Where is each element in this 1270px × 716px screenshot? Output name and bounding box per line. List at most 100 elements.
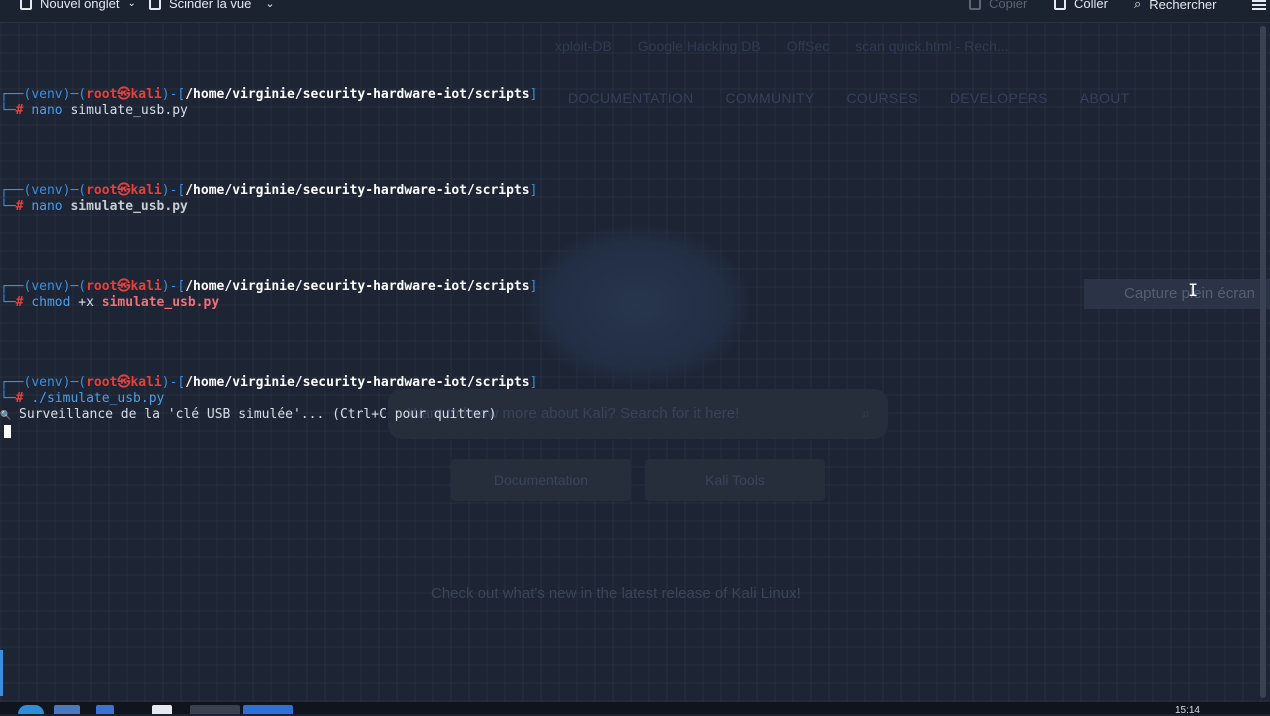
command-file: simulate_usb.py	[101, 295, 220, 310]
taskbar: 15:14	[0, 702, 1270, 716]
prompt-bracket: ┌──(	[0, 279, 32, 294]
command-line: └─# nano simulate_usb.py	[0, 199, 1250, 215]
copy-button[interactable]: Copier	[969, 0, 1027, 11]
output-line: 🔍 Surveillance de la 'clé USB simulée'..…	[0, 407, 1250, 424]
command-block: ┌──(venv)─(root㉿kali)-[/home/virginie/se…	[0, 279, 1250, 311]
desktop-icon[interactable]	[54, 705, 80, 714]
prompt-corner: └─	[0, 391, 16, 406]
kali-menu-icon[interactable]	[18, 705, 44, 714]
command-name: ./simulate_usb.py	[31, 391, 165, 406]
prompt-host: kali	[130, 183, 162, 198]
search-icon: ⌕	[1134, 0, 1142, 11]
command-block: ┌──(venv)─(root㉿kali)-[/home/virginie/se…	[0, 375, 1250, 440]
paste-button[interactable]: Coller	[1054, 0, 1108, 11]
text-cursor-icon: I	[1188, 281, 1199, 301]
prompt-host: kali	[130, 375, 162, 390]
search-button[interactable]: ⌕ Rechercher	[1134, 0, 1216, 12]
scrollbar-thumb[interactable]	[1260, 26, 1266, 698]
prompt-at: ㉿	[117, 87, 131, 102]
terminal-output[interactable]: ┌──(venv)─(root㉿kali)-[/home/virginie/se…	[0, 39, 1250, 456]
command-line: └─# nano simulate_usb.py	[0, 103, 1250, 119]
prompt-user: root	[86, 87, 118, 102]
prompt-corner: └─	[0, 199, 16, 214]
new-tab-icon	[20, 0, 32, 10]
prompt-bracket: ]	[529, 279, 538, 294]
search-label: Rechercher	[1149, 0, 1217, 12]
active-marker	[0, 650, 3, 696]
prompt-bracket: )─(	[62, 183, 87, 198]
copy-icon	[969, 0, 981, 10]
magnifier-icon: 🔍	[0, 411, 12, 421]
prompt-line: ┌──(venv)─(root㉿kali)-[/home/virginie/se…	[0, 375, 1250, 391]
command-file: simulate_usb.py	[70, 103, 188, 118]
prompt-bracket: ┌──(	[0, 183, 32, 198]
prompt-venv: venv	[31, 279, 63, 294]
prompt-bracket: ┌──(	[0, 87, 32, 102]
prompt-bracket: )-[	[161, 183, 186, 198]
prompt-venv: venv	[31, 87, 63, 102]
command-file: simulate_usb.py	[70, 199, 188, 214]
prompt-user: root	[86, 375, 118, 390]
prompt-bracket: ]	[529, 375, 538, 390]
prompt-bracket: ]	[529, 183, 538, 198]
prompt-bracket: )─(	[62, 87, 87, 102]
command-block: ┌──(venv)─(root㉿kali)-[/home/virginie/se…	[0, 183, 1250, 215]
split-view-icon	[149, 0, 161, 10]
prompt-bracket: )-[	[161, 279, 186, 294]
file-manager-icon[interactable]	[96, 705, 114, 714]
prompt-hash: #	[15, 295, 24, 310]
command-name: chmod	[31, 295, 71, 310]
new-tab-label: Nouvel onglet	[40, 0, 120, 11]
copy-label: Copier	[989, 0, 1028, 11]
command-name: nano	[31, 199, 63, 214]
chevron-down-icon: ⌄	[127, 0, 136, 9]
background-documentation-button: Documentation	[451, 459, 631, 501]
prompt-bracket: )─(	[62, 279, 87, 294]
prompt-user: root	[86, 279, 118, 294]
program-output: Surveillance de la 'clé USB simulée'... …	[19, 407, 497, 422]
command-name: nano	[31, 103, 63, 118]
command-block: ┌──(venv)─(root㉿kali)-[/home/virginie/se…	[0, 87, 1250, 119]
prompt-venv: venv	[31, 183, 63, 198]
prompt-at: ㉿	[117, 183, 131, 198]
prompt-at: ㉿	[117, 279, 131, 294]
split-view-button[interactable]: Scinder la vue ⌄	[149, 0, 275, 11]
split-view-label: Scinder la vue	[169, 0, 252, 11]
command-line: └─# ./simulate_usb.py	[0, 391, 1250, 407]
prompt-hash: #	[15, 391, 24, 406]
prompt-line: ┌──(venv)─(root㉿kali)-[/home/virginie/se…	[0, 87, 1250, 103]
prompt-path: /home/virginie/security-hardware-iot/scr…	[185, 279, 530, 294]
prompt-venv: venv	[31, 375, 63, 390]
prompt-line: ┌──(venv)─(root㉿kali)-[/home/virginie/se…	[0, 279, 1250, 295]
prompt-user: root	[86, 183, 118, 198]
clock: 15:14	[1174, 705, 1200, 716]
prompt-path: /home/virginie/security-hardware-iot/scr…	[185, 87, 530, 102]
new-tab-button[interactable]: Nouvel onglet ⌄	[20, 0, 136, 11]
terminal-scrollbar[interactable]	[1256, 22, 1270, 702]
paste-label: Coller	[1074, 0, 1108, 11]
hamburger-menu-icon[interactable]	[1252, 0, 1266, 12]
prompt-host: kali	[130, 87, 162, 102]
prompt-path: /home/virginie/security-hardware-iot/scr…	[185, 375, 530, 390]
prompt-corner: └─	[0, 103, 16, 118]
prompt-hash: #	[15, 199, 24, 214]
background-kali-tools-button: Kali Tools	[645, 459, 825, 501]
prompt-line: ┌──(venv)─(root㉿kali)-[/home/virginie/se…	[0, 183, 1250, 199]
terminal-toolbar: Nouvel onglet ⌄ Scinder la vue ⌄ Copier …	[0, 0, 1270, 23]
text-editor-icon[interactable]	[152, 705, 172, 714]
command-line: └─# chmod +x simulate_usb.py	[0, 295, 1250, 311]
chevron-down-icon: ⌄	[265, 0, 275, 10]
cursor-line	[0, 424, 1250, 440]
prompt-hash: #	[15, 103, 24, 118]
prompt-bracket: )-[	[161, 87, 186, 102]
prompt-at: ㉿	[117, 375, 131, 390]
taskbar-app-terminal[interactable]	[243, 705, 293, 714]
prompt-path: /home/virginie/security-hardware-iot/scr…	[185, 183, 530, 198]
screen-capture-tooltip: Capture plein écran	[1084, 279, 1270, 309]
taskbar-app-browser[interactable]	[190, 705, 240, 714]
prompt-bracket: )-[	[161, 375, 186, 390]
prompt-corner: └─	[0, 295, 16, 310]
prompt-bracket: )─(	[62, 375, 87, 390]
terminal-cursor	[4, 425, 11, 438]
paste-icon	[1054, 0, 1066, 10]
